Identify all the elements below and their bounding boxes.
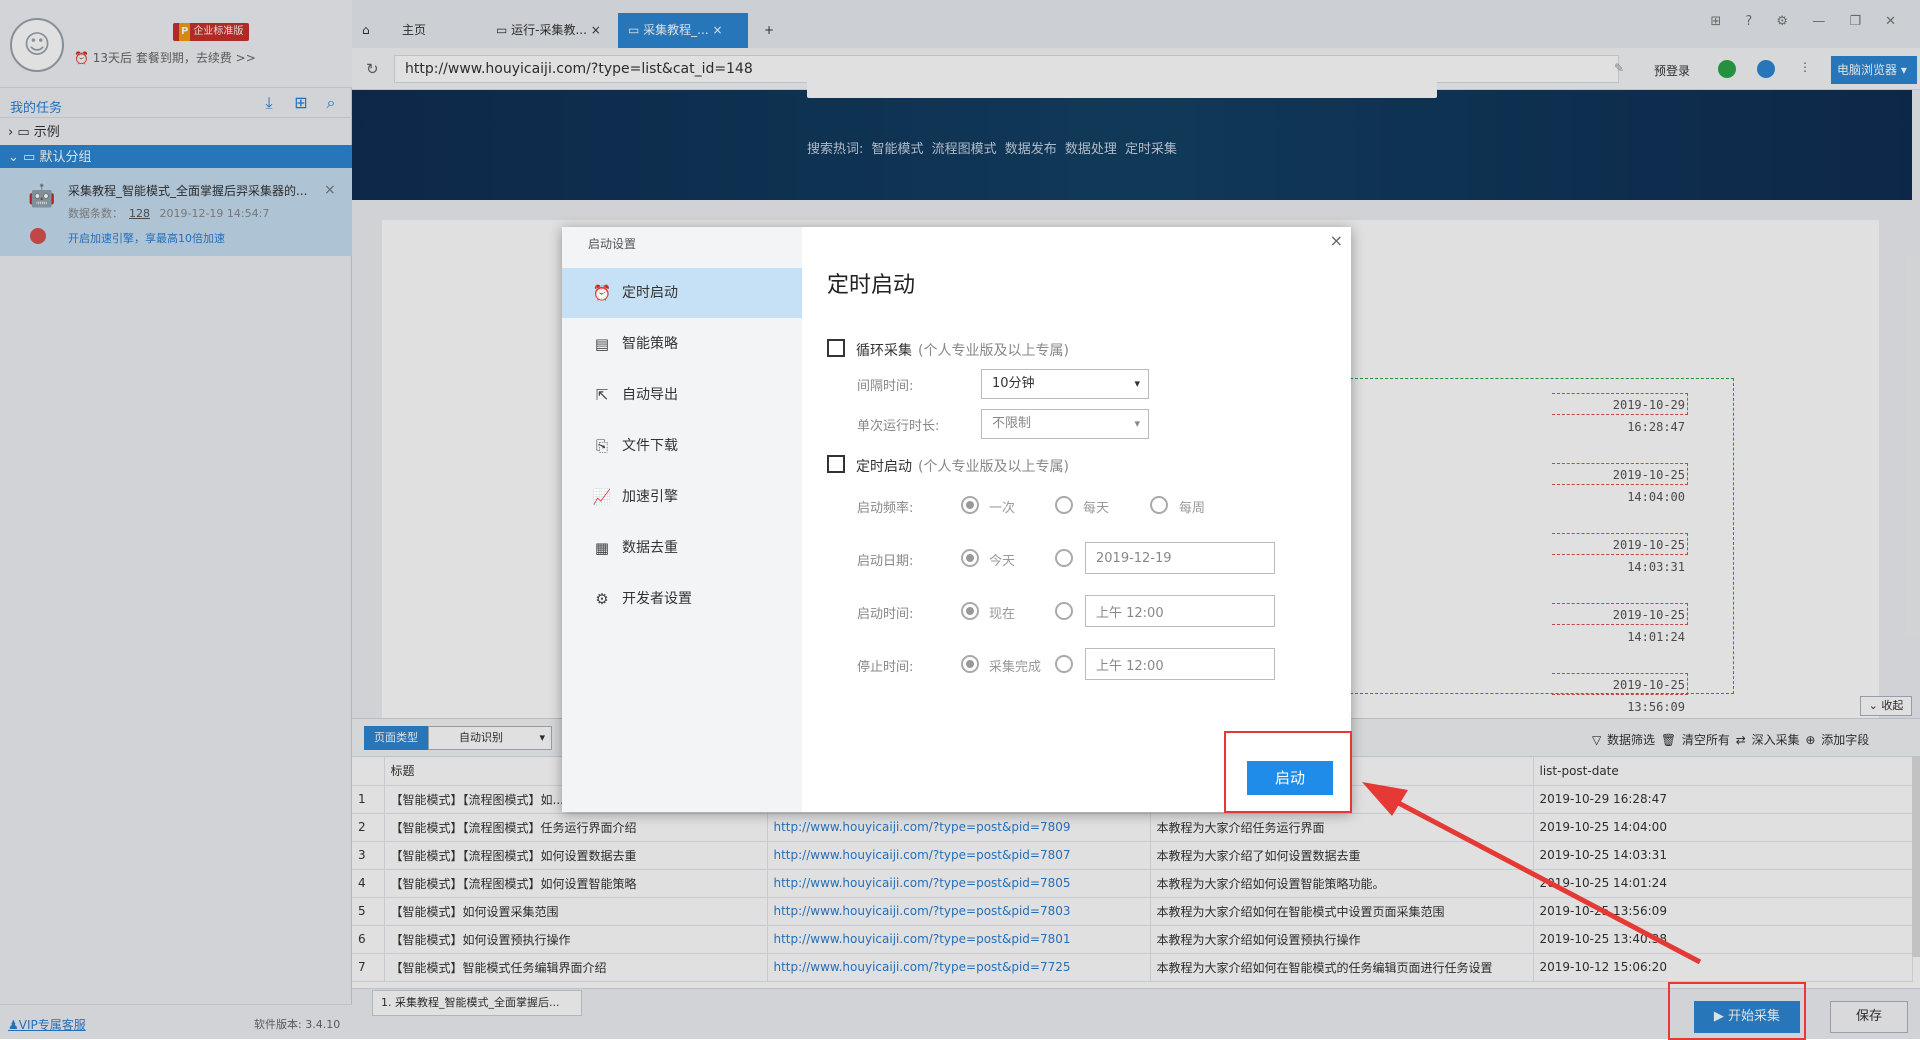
nav-timed-start[interactable]: ⏰ 定时启动: [562, 268, 802, 318]
time-custom-radio[interactable]: [1055, 602, 1073, 620]
date-today-radio[interactable]: [961, 549, 979, 567]
nav-auto-export[interactable]: ⇱ 自动导出: [562, 370, 802, 420]
run-duration-label: 单次运行时长:: [857, 419, 940, 434]
loop-collect-label: 循环采集 (个人专业版及以上专属): [856, 343, 1069, 359]
nav-developer[interactable]: ⚙ 开发者设置: [562, 574, 802, 624]
frequency-weekly-radio[interactable]: [1150, 496, 1168, 514]
stop-time-input[interactable]: [1085, 648, 1275, 680]
timed-start-label: 定时启动 (个人专业版及以上专属): [856, 459, 1069, 475]
nav-speed-engine[interactable]: 📈 加速引擎: [562, 472, 802, 522]
interval-select[interactable]: 10分钟: [981, 369, 1149, 399]
stop-custom-radio[interactable]: [1055, 655, 1073, 673]
time-now-radio[interactable]: [961, 602, 979, 620]
gear-icon: ⚙: [595, 590, 609, 608]
strategy-icon: ▤: [594, 335, 610, 353]
timed-start-checkbox[interactable]: [827, 455, 845, 473]
dialog-title: 启动设置: [588, 237, 637, 251]
frequency-daily-radio[interactable]: [1055, 496, 1073, 514]
nav-file-download[interactable]: ⎘ 文件下载: [562, 421, 802, 471]
start-date-label: 启动日期:: [857, 554, 914, 569]
date-today-label: 今天: [989, 554, 1016, 569]
file-download-icon: ⎘: [595, 437, 608, 455]
nav-smart-strategy[interactable]: ▤ 智能策略: [562, 319, 802, 369]
stop-done-label: 采集完成: [989, 660, 1042, 675]
start-highlight-box: [1668, 982, 1806, 1040]
launch-settings-dialog: 启动设置 ⏰ 定时启动 ▤ 智能策略 ⇱ 自动导出 ⎘ 文件下载 📈 加速引擎 ▦ 数据去重…: [562, 227, 1351, 812]
launch-highlight-box: [1224, 731, 1352, 813]
stop-time-label: 停止时间:: [857, 660, 914, 675]
export-icon: ⇱: [595, 386, 609, 404]
modal-backdrop: [0, 0, 352, 1039]
dedupe-icon: ▦: [594, 539, 610, 557]
settings-nav: 启动设置 ⏰ 定时启动 ▤ 智能策略 ⇱ 自动导出 ⎘ 文件下载 📈 加速引擎 ▦ 数据去重…: [562, 227, 802, 812]
start-time-input[interactable]: [1085, 595, 1275, 627]
speed-chart-icon: 📈: [592, 488, 612, 506]
stop-done-radio[interactable]: [961, 655, 979, 673]
start-date-input[interactable]: [1085, 542, 1275, 574]
alarm-clock-icon: ⏰: [592, 284, 612, 302]
close-icon[interactable]: ×: [1330, 231, 1343, 250]
panel-title: 定时启动: [827, 273, 916, 298]
frequency-weekly-label: 每周: [1179, 501, 1206, 516]
frequency-once-radio[interactable]: [961, 496, 979, 514]
nav-dedupe[interactable]: ▦ 数据去重: [562, 523, 802, 573]
date-custom-radio[interactable]: [1055, 549, 1073, 567]
run-duration-select[interactable]: 不限制: [981, 409, 1149, 439]
frequency-once-label: 一次: [989, 501, 1016, 516]
start-time-label: 启动时间:: [857, 607, 914, 622]
frequency-label: 启动频率:: [857, 501, 914, 516]
interval-label: 间隔时间:: [857, 379, 914, 394]
time-now-label: 现在: [989, 607, 1016, 622]
frequency-daily-label: 每天: [1083, 501, 1110, 516]
loop-collect-checkbox[interactable]: [827, 339, 845, 357]
